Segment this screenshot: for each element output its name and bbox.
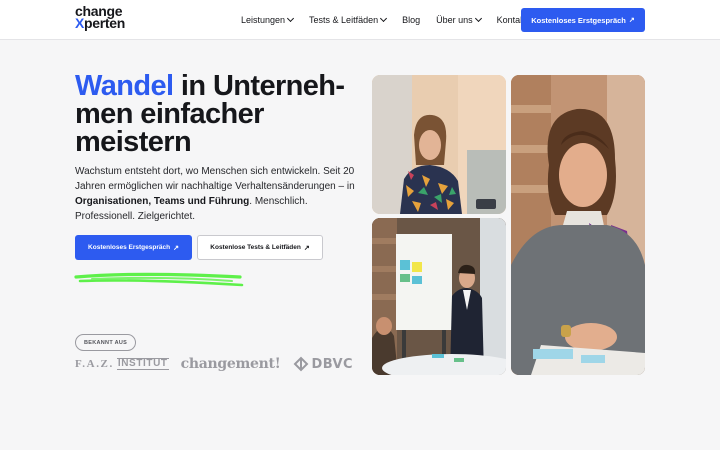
nav-item-blog[interactable]: Blog	[402, 15, 420, 25]
chevron-down-icon	[474, 14, 482, 23]
free-tests-button[interactable]: Kostenlose Tests & Leitfäden ↗	[197, 235, 323, 260]
arrow-up-right-icon: ↗	[303, 244, 310, 252]
photo-woman-presenting	[372, 75, 506, 214]
lead-text: Wachstum entsteht dort, wo Menschen sich…	[75, 166, 355, 192]
lead-bold: Organisationen, Teams und Führung	[75, 196, 250, 207]
nav-label: Über uns	[436, 15, 473, 25]
button-label: Kostenloses Erstgespräch	[88, 244, 171, 251]
changement-logo: changement!	[180, 356, 281, 372]
nav-label: Leistungen	[241, 15, 286, 25]
arrow-up-right-icon: ↗	[628, 17, 635, 24]
free-consultation-button[interactable]: Kostenloses Erstgespräch ↗	[75, 235, 192, 260]
chevron-down-icon	[380, 14, 388, 23]
faz-institut-logo: F.A.Z. INSTITUT	[75, 358, 169, 370]
faz-text: F.A.Z.	[75, 358, 114, 370]
known-from-badge: BEKANNT AUS	[75, 334, 137, 351]
nav-item-tests-leitfaeden[interactable]: Tests & Leitfäden	[309, 14, 388, 25]
photo-woman-with-scarf	[511, 75, 645, 375]
button-label: Kostenlose Tests & Leitfäden	[210, 244, 301, 251]
dbvc-text: DBVC	[311, 356, 353, 372]
arrow-up-right-icon: ↗	[173, 244, 179, 252]
nav-label: Tests & Leitfäden	[309, 15, 379, 25]
dbvc-logo: DBVC	[293, 356, 353, 372]
hero-headline: Wandel in Unterneh-men einfacher meister…	[75, 72, 365, 157]
changexperten-logo[interactable]: change Xperten	[75, 4, 126, 31]
press-logos: F.A.Z. INSTITUT changement! DBVC	[75, 356, 353, 372]
nav-item-ueber-uns[interactable]: Über uns	[436, 14, 482, 25]
site-header: change Xperten Leistungen Tests & Leitfä…	[0, 0, 720, 40]
nav-label: Blog	[402, 15, 421, 25]
cta-label: Kostenloses Erstgespräch	[531, 15, 626, 25]
main-nav: Leistungen Tests & Leitfäden Blog Über u…	[241, 0, 527, 40]
header-cta-button[interactable]: Kostenloses Erstgespräch ↗	[521, 8, 645, 32]
photo-man-at-flipchart	[372, 218, 506, 375]
institut-text: INSTITUT	[116, 358, 169, 370]
chevron-down-icon	[287, 14, 295, 23]
dbvc-mark-icon	[293, 356, 308, 372]
highlight-squiggle	[74, 272, 244, 287]
logo-line2: Xperten	[75, 15, 126, 31]
hero-lead: Wachstum entsteht dort, wo Menschen sich…	[75, 164, 360, 224]
nav-item-leistungen[interactable]: Leistungen	[241, 14, 295, 25]
